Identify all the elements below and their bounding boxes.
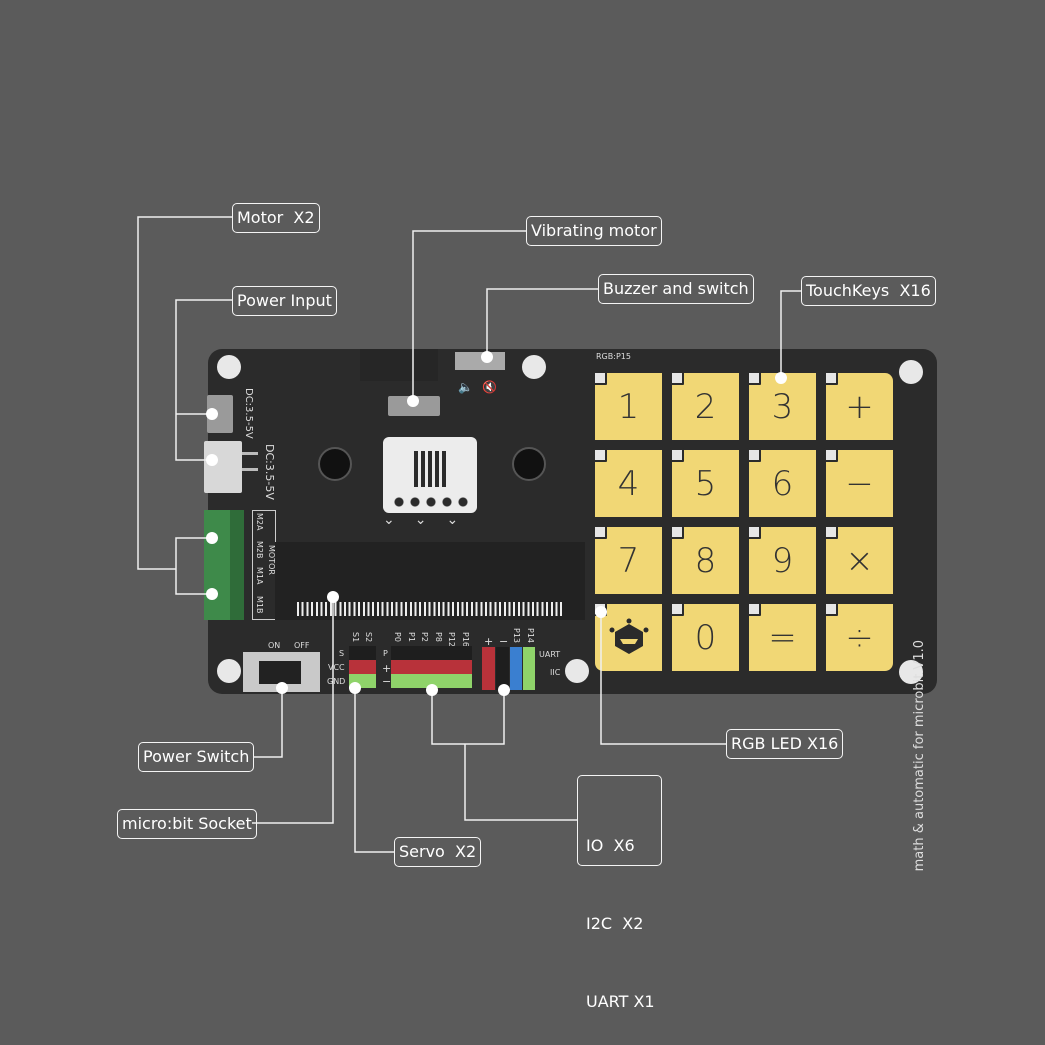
leader-lines <box>137 216 801 853</box>
